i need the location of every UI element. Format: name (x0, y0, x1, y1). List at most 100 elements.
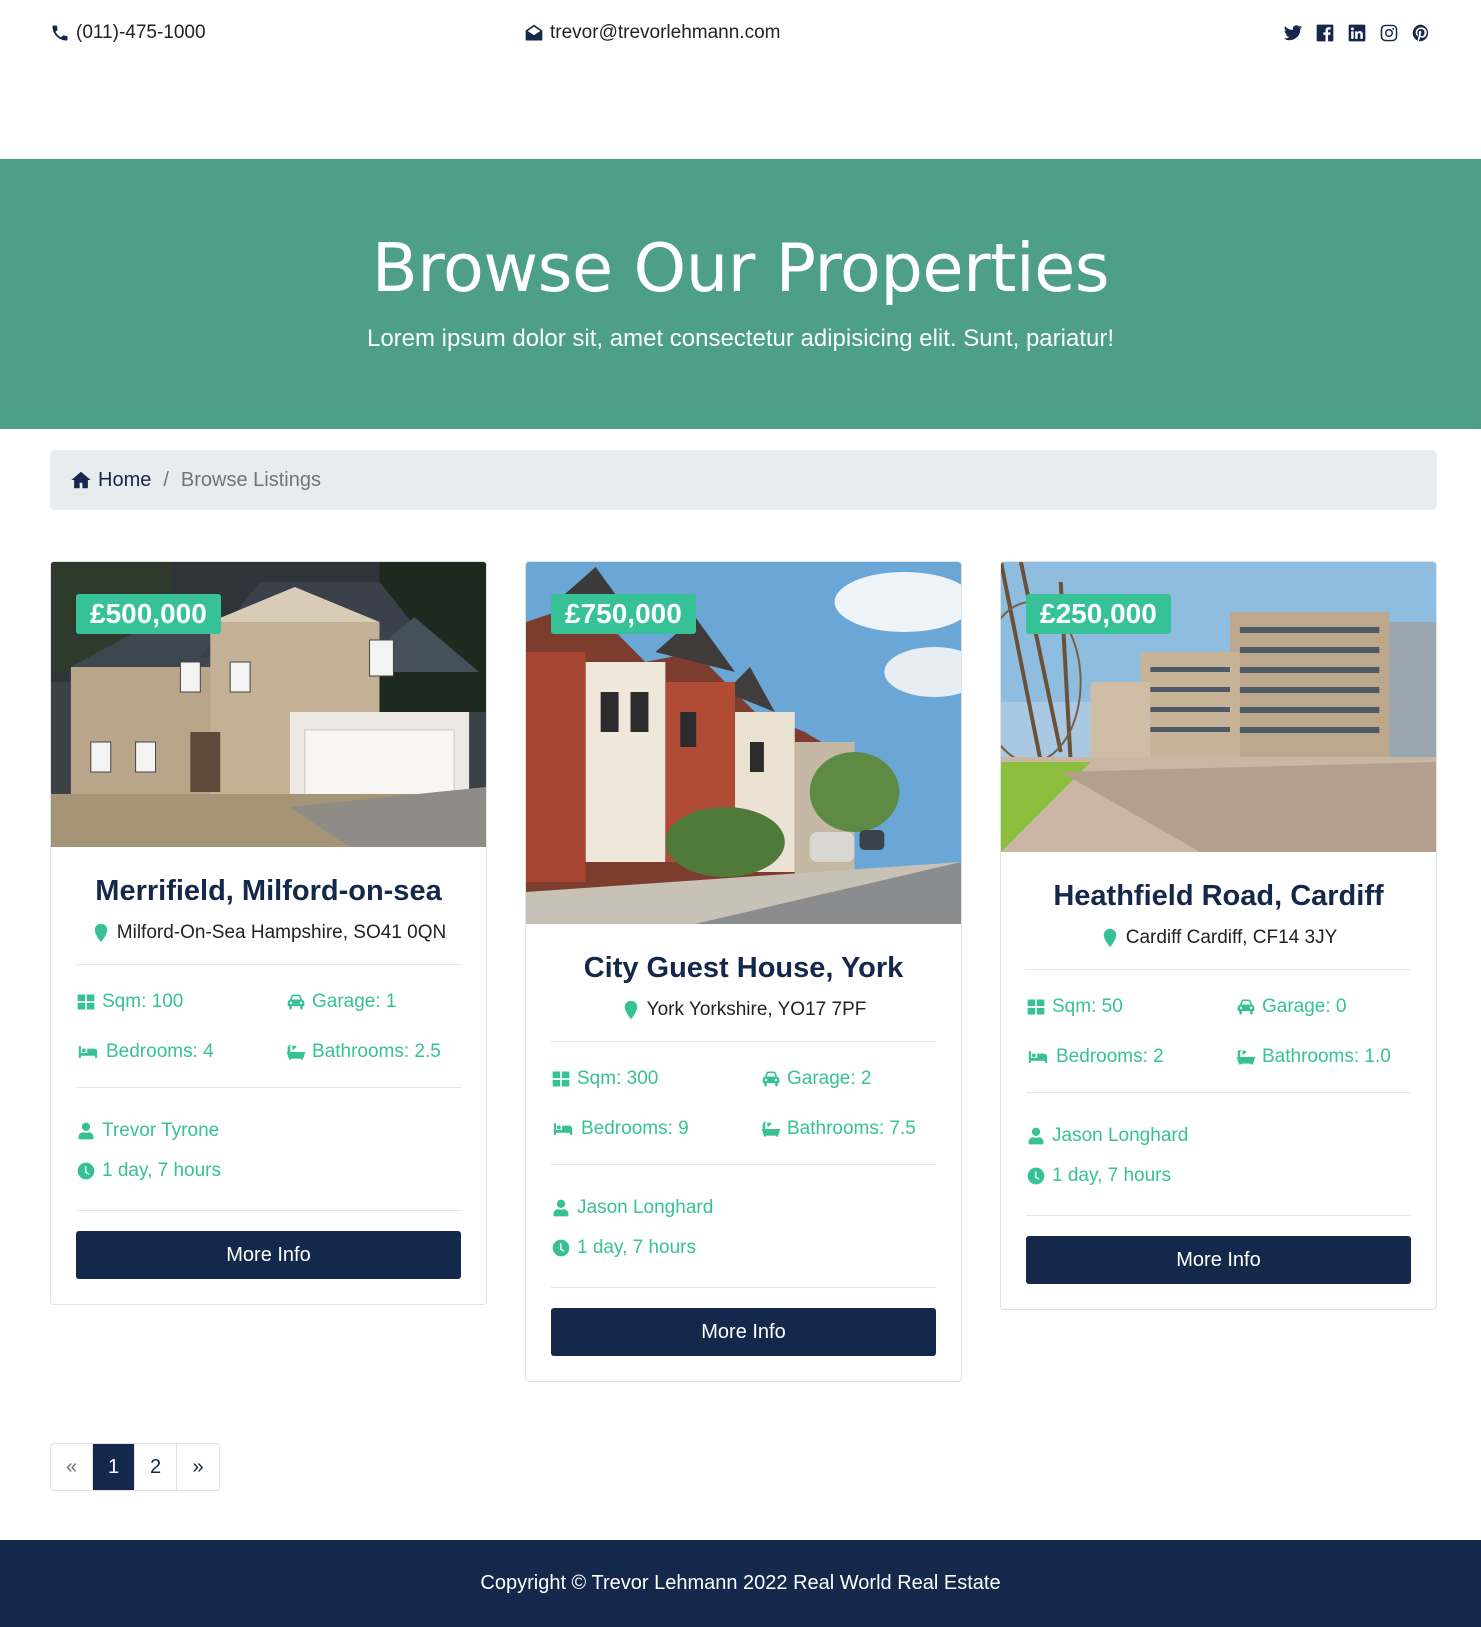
listing-title[interactable]: Merrifield, Milford-on-sea (76, 875, 461, 908)
contact-phone[interactable]: (011)-475-1000 (50, 22, 206, 44)
bath-icon (286, 1042, 306, 1062)
listing-address: Milford-On-Sea Hampshire, SO41 0QN (76, 922, 461, 944)
listing-body: Heathfield Road, Cardiff Cardiff Cardiff… (1001, 880, 1436, 1309)
user-icon (551, 1198, 571, 1218)
pagination: « 1 2 » (50, 1443, 220, 1491)
social-links (1282, 22, 1431, 43)
feature-bathrooms-label: Bathrooms: 1.0 (1262, 1046, 1391, 1067)
feature-bathrooms-label: Bathrooms: 7.5 (787, 1118, 916, 1139)
more-info-button[interactable]: More Info (551, 1308, 936, 1356)
clock-icon (551, 1238, 571, 1258)
more-info-button[interactable]: More Info (1026, 1236, 1411, 1284)
pagination-page-2[interactable]: 2 (135, 1444, 177, 1490)
phone-icon (52, 25, 68, 41)
divider (551, 1287, 936, 1288)
listing-realtor-name: Trevor Tyrone (102, 1120, 220, 1141)
listing-photo[interactable]: £500,000 (51, 562, 486, 847)
page-subtitle: Lorem ipsum dolor sit, amet consectetur … (366, 325, 1114, 352)
contact-email[interactable]: trevor@trevorlehmann.com (524, 22, 780, 44)
pagination-next[interactable]: » (177, 1444, 219, 1490)
page-title: Browse Our Properties (371, 229, 1110, 307)
feature-garage-label: Garage: 0 (1262, 996, 1347, 1017)
listing-realtor: Trevor Tyrone (76, 1120, 461, 1142)
listing-address-text: Milford-On-Sea Hampshire, SO41 0QN (116, 922, 447, 943)
listing-realtor: Jason Longhard (551, 1197, 936, 1219)
feature-sqm: Sqm: 50 (1026, 996, 1236, 1018)
listing-card: £250,000 Heathfield Road, Cardiff Cardif… (1000, 561, 1437, 1310)
feature-bathrooms-label: Bathrooms: 2.5 (312, 1041, 441, 1062)
listing-title[interactable]: Heathfield Road, Cardiff (1026, 880, 1411, 913)
feature-bedrooms: Bedrooms: 4 (76, 1041, 286, 1063)
listing-card: £500,000 Merrifield, Milford-on-sea Milf… (50, 561, 487, 1305)
feature-bedrooms: Bedrooms: 9 (551, 1118, 761, 1140)
divider (551, 1041, 936, 1042)
pinterest-icon[interactable] (1410, 22, 1431, 43)
bed-icon (1026, 1047, 1050, 1067)
listing-features: Sqm: 50 Garage: 0 Bedrooms: 2 Bathrooms:… (1026, 990, 1411, 1072)
listing-date: 1 day, 7 hours (551, 1237, 936, 1259)
listing-realtor-name: Jason Longhard (1052, 1125, 1189, 1146)
feature-bedrooms-label: Bedrooms: 4 (106, 1041, 214, 1062)
divider (76, 964, 461, 965)
feature-bedrooms-label: Bedrooms: 2 (1056, 1046, 1164, 1067)
feature-bathrooms: Bathrooms: 2.5 (286, 1041, 461, 1063)
listing-realtor-name: Jason Longhard (577, 1197, 714, 1218)
listing-date-text: 1 day, 7 hours (102, 1160, 222, 1181)
divider (76, 1210, 461, 1211)
clock-icon (1026, 1166, 1046, 1186)
listing-photo[interactable]: £250,000 (1001, 562, 1436, 852)
bath-icon (1236, 1047, 1256, 1067)
feature-garage-label: Garage: 1 (312, 991, 397, 1012)
map-marker-icon (621, 1000, 641, 1020)
bed-icon (76, 1042, 100, 1062)
listing-address: Cardiff Cardiff, CF14 3JY (1026, 927, 1411, 949)
divider (1026, 969, 1411, 970)
linkedin-icon[interactable] (1346, 22, 1367, 43)
listing-address-text: Cardiff Cardiff, CF14 3JY (1125, 927, 1338, 948)
listing-title[interactable]: City Guest House, York (551, 952, 936, 985)
breadcrumb: Home / Browse Listings (50, 450, 1437, 510)
feature-bedrooms: Bedrooms: 2 (1026, 1046, 1236, 1068)
divider (551, 1164, 936, 1165)
listing-price: £250,000 (1026, 594, 1171, 634)
breadcrumb-home-label: Home (98, 468, 152, 491)
bath-icon (761, 1119, 781, 1139)
grid-icon (76, 992, 96, 1012)
facebook-icon[interactable] (1314, 22, 1335, 43)
twitter-icon[interactable] (1282, 22, 1303, 43)
feature-garage: Garage: 2 (761, 1068, 936, 1090)
map-marker-icon (1100, 928, 1120, 948)
listing-body: City Guest House, York York Yorkshire, Y… (526, 952, 961, 1381)
grid-icon (551, 1069, 571, 1089)
listing-date: 1 day, 7 hours (76, 1160, 461, 1182)
divider (1026, 1092, 1411, 1093)
envelope-open-icon (525, 24, 543, 41)
feature-sqm: Sqm: 300 (551, 1068, 761, 1090)
pagination-page-1[interactable]: 1 (93, 1444, 135, 1490)
email-address: trevor@trevorlehmann.com (550, 22, 781, 43)
listing-meta: Trevor Tyrone 1 day, 7 hours (76, 1108, 461, 1190)
car-icon (1236, 997, 1256, 1017)
feature-sqm-label: Sqm: 50 (1052, 996, 1123, 1017)
feature-garage-label: Garage: 2 (787, 1068, 872, 1089)
pagination-prev[interactable]: « (51, 1444, 93, 1490)
divider (76, 1087, 461, 1088)
listing-meta: Jason Longhard 1 day, 7 hours (551, 1185, 936, 1267)
instagram-icon[interactable] (1378, 22, 1399, 43)
map-marker-icon (91, 923, 111, 943)
feature-garage: Garage: 0 (1236, 996, 1411, 1018)
breadcrumb-current: Browse Listings (180, 468, 321, 491)
more-info-button[interactable]: More Info (76, 1231, 461, 1279)
breadcrumb-home-link[interactable]: Home (70, 469, 151, 492)
user-icon (76, 1121, 96, 1141)
listing-meta: Jason Longhard 1 day, 7 hours (1026, 1113, 1411, 1195)
listing-photo[interactable]: £750,000 (526, 562, 961, 924)
footer: Copyright © Trevor Lehmann 2022 Real Wor… (0, 1540, 1481, 1627)
listing-realtor: Jason Longhard (1026, 1125, 1411, 1147)
home-icon (71, 471, 91, 489)
listing-date-text: 1 day, 7 hours (577, 1237, 697, 1258)
phone-number: (011)-475-1000 (76, 22, 206, 43)
listing-price: £500,000 (76, 594, 221, 634)
clock-icon (76, 1161, 96, 1181)
feature-sqm-label: Sqm: 300 (577, 1068, 659, 1089)
